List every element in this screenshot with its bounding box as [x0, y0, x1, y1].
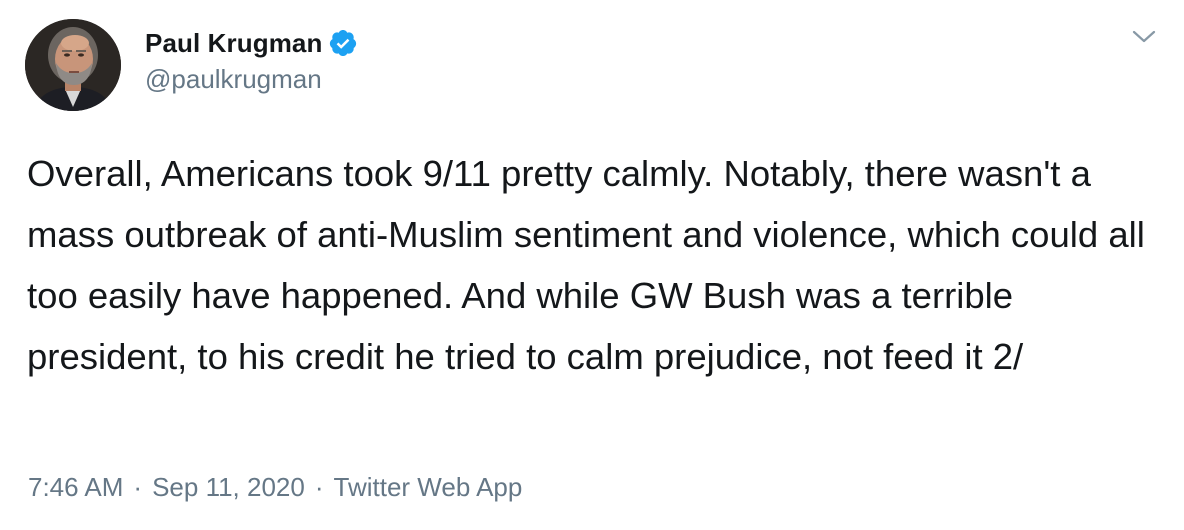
- author-name-row[interactable]: Paul Krugman: [145, 25, 358, 61]
- chevron-down-icon[interactable]: [1130, 24, 1158, 48]
- meta-separator: ·: [133, 472, 143, 502]
- tweet-date[interactable]: Sep 11, 2020: [152, 472, 305, 503]
- meta-separator: ·: [314, 472, 324, 502]
- tweet-meta: 7:46 AM · Sep 11, 2020 · Twitter Web App: [28, 472, 522, 503]
- avatar-image: [25, 19, 121, 111]
- verified-badge-icon: [328, 28, 358, 58]
- author-display-name[interactable]: Paul Krugman: [145, 28, 322, 59]
- tweet-text: Overall, Americans took 9/11 pretty calm…: [27, 153, 1145, 377]
- tweet-source[interactable]: Twitter Web App: [334, 472, 523, 503]
- tweet-card: Paul Krugman @paulkrugman Overall, Ameri…: [0, 0, 1184, 530]
- tweet-time[interactable]: 7:46 AM: [28, 472, 123, 503]
- avatar[interactable]: [25, 19, 121, 111]
- author-handle[interactable]: @paulkrugman: [145, 64, 322, 95]
